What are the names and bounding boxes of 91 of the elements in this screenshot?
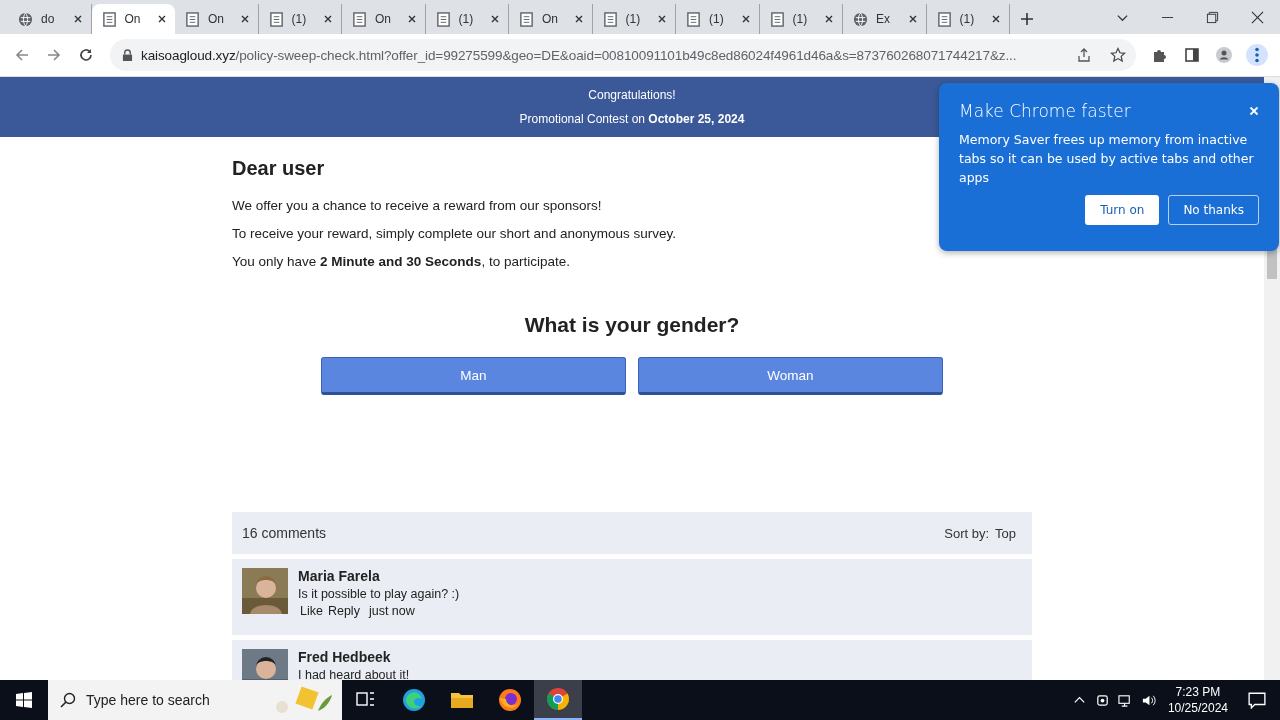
search-highlight-drawing: [274, 685, 334, 715]
device-icon[interactable]: [1094, 692, 1110, 708]
comment-text: Is it possible to play again? :): [298, 587, 460, 601]
tab-title: (1): [709, 12, 725, 26]
question-heading: What is your gender?: [523, 313, 741, 337]
paragraph: To receive your reward, simply complete our short and anonymous survey.: [232, 226, 677, 241]
reload-icon[interactable]: [78, 47, 94, 63]
comment-time: just now: [368, 604, 415, 618]
close-icon[interactable]: [72, 14, 83, 24]
restore-icon[interactable]: [1206, 11, 1219, 24]
comment-text: I had heard about it!: [298, 668, 410, 680]
close-icon[interactable]: [907, 14, 918, 24]
document-icon: [769, 11, 785, 27]
tab-title: On: [542, 12, 559, 26]
side-panel-icon[interactable]: [1184, 47, 1200, 63]
close-icon[interactable]: [573, 14, 584, 24]
new-tab-icon[interactable]: [1020, 12, 1034, 26]
edge-icon: [402, 688, 426, 712]
forward-arrow-icon[interactable]: [46, 47, 62, 63]
close-icon[interactable]: [157, 14, 167, 24]
paragraph: You only have 2 Minute and 30 Seconds, to participate.: [232, 254, 571, 269]
tab-title: On: [375, 12, 392, 26]
document-icon: [185, 11, 200, 27]
puzzle-icon[interactable]: [1152, 47, 1168, 63]
answer-button[interactable]: Woman: [638, 357, 943, 395]
star-icon[interactable]: [1110, 47, 1126, 63]
sort-label: Sort by:: [944, 525, 990, 541]
answer-button[interactable]: Man: [321, 357, 626, 395]
address-bar[interactable]: kaisoagloud.xyz/policy-sweep-check.html?offer_id=99275599&geo=DE&oaid=00810091101b49c8ed86024f4961d46a&s=873760268071744217&z...: [110, 39, 1136, 71]
firefox-icon: [498, 688, 522, 712]
like-link[interactable]: Like: [300, 604, 323, 618]
paragraph: We offer you a chance to receive a reward from our sponsors!: [232, 198, 603, 213]
document-icon: [686, 11, 701, 27]
close-icon[interactable]: [824, 14, 834, 24]
document-icon: [602, 11, 618, 27]
tab-title: (1): [291, 12, 308, 26]
popup-text: Memory Saver frees up memory from inactive tabs so it can be used by active tabs and other apps: [959, 131, 1255, 187]
no-thanks-button[interactable]: No thanks: [1168, 195, 1259, 225]
close-icon[interactable]: [991, 14, 1001, 24]
tab-title: do: [41, 12, 56, 26]
close-icon[interactable]: [1251, 11, 1264, 24]
network-icon[interactable]: [1117, 692, 1133, 708]
chrome-icon: [546, 687, 570, 711]
banner-text: Congratulations!: [588, 88, 676, 102]
document-icon: [101, 11, 117, 27]
tab-title: (1): [458, 12, 475, 26]
reply-link[interactable]: Reply: [327, 604, 360, 618]
close-icon[interactable]: [239, 14, 250, 24]
clock-time: 7:23 PM: [1175, 685, 1221, 699]
taskbar-clock[interactable]: 7:23 PM 10/25/2024: [1167, 685, 1228, 715]
tab-title: Ex: [876, 12, 891, 26]
browser-tab[interactable]: On: [91, 4, 175, 34]
document-icon: [519, 11, 534, 27]
document-icon: [435, 11, 451, 27]
commenter-name: Fred Hedbeek: [298, 649, 392, 665]
tab-title: On: [124, 12, 142, 26]
url-text: kaisoagloud.xyz/policy-sweep-check.html?offer_id=99275599&geo=DE&oaid=00810091101b49c8ed86024f4961d46a&s=873760268071744217&z...: [141, 47, 1018, 63]
document-icon: [268, 11, 284, 27]
greeting-heading: Dear user: [232, 157, 325, 180]
tab-title: On: [208, 12, 225, 26]
menu-icon[interactable]: [1246, 44, 1268, 66]
close-icon[interactable]: [323, 14, 333, 24]
globe-icon: [853, 11, 868, 27]
document-icon: [352, 11, 367, 27]
popup-title: Make Chrome faster: [959, 101, 1131, 121]
tab-title: (1): [792, 12, 809, 26]
volume-icon[interactable]: [1140, 692, 1156, 708]
search-input[interactable]: Type here to search: [84, 691, 266, 709]
profile-icon[interactable]: [1216, 47, 1232, 63]
banner-text: Promotional Contest on October 25, 2024: [519, 112, 745, 126]
taskbar-search-field[interactable]: Type here to search: [48, 680, 342, 720]
back-arrow-icon[interactable]: [14, 47, 30, 63]
notification-icon[interactable]: [1248, 691, 1266, 709]
close-icon[interactable]: [406, 14, 417, 24]
clock-date: 10/25/2024: [1167, 701, 1228, 715]
close-icon[interactable]: [657, 14, 667, 24]
comment-count: 16 comments: [242, 525, 327, 541]
lock-icon: [122, 48, 133, 62]
document-icon: [936, 11, 952, 27]
tab-title: (1): [959, 12, 976, 26]
search-icon: [60, 692, 76, 708]
sort-dropdown[interactable]: Top: [995, 525, 1016, 541]
windows-start-icon[interactable]: [16, 692, 32, 708]
commenter-name: Maria Farela: [298, 568, 381, 584]
share-icon[interactable]: [1076, 47, 1092, 63]
close-icon[interactable]: [490, 14, 500, 24]
turn-on-button[interactable]: Turn on: [1085, 195, 1160, 225]
taskbar-app[interactable]: [534, 680, 582, 720]
globe-icon: [18, 11, 33, 27]
close-icon[interactable]: [740, 14, 751, 24]
tab-title: (1): [625, 12, 642, 26]
